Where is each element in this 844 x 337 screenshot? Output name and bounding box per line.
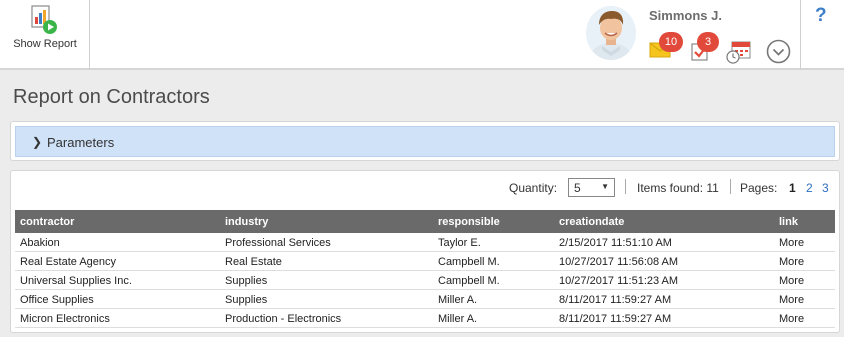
cell-creationdate: 8/11/2017 11:59:27 AM xyxy=(559,294,672,306)
cell-contractor: Abakion xyxy=(20,237,60,249)
task-count-badge: 3 xyxy=(697,32,719,52)
cell-responsible: Campbell M. xyxy=(438,256,500,268)
avatar[interactable] xyxy=(586,6,636,60)
table-row: Micron Electronics Production - Electron… xyxy=(15,309,835,328)
user-name[interactable]: Simmons J. xyxy=(649,8,722,23)
quantity-value: 5 xyxy=(574,181,581,195)
cell-industry: Professional Services xyxy=(225,237,331,249)
show-report-button[interactable]: Show Report xyxy=(0,0,90,70)
cell-contractor: Real Estate Agency xyxy=(20,256,117,268)
page-title: Report on Contractors xyxy=(13,86,210,108)
cell-responsible: Taylor E. xyxy=(438,237,481,249)
user-menu-button[interactable] xyxy=(766,39,791,64)
quantity-label: Quantity: xyxy=(509,181,558,195)
pager-divider xyxy=(625,179,626,194)
dropdown-arrow-icon: ▼ xyxy=(601,182,609,191)
pages-label: Pages: xyxy=(740,181,778,195)
mail-count-badge: 10 xyxy=(659,32,683,52)
column-header-creationdate[interactable]: creationdate xyxy=(559,216,624,228)
cell-industry: Real Estate xyxy=(225,256,282,268)
page-1-link[interactable]: 1 xyxy=(789,181,796,195)
column-header-contractor[interactable]: contractor xyxy=(20,216,74,228)
show-report-label: Show Report xyxy=(13,38,77,50)
chevron-right-icon: ❯ xyxy=(32,135,43,149)
more-link[interactable]: More xyxy=(779,237,804,249)
results-panel: Quantity: 5 ▼ Items found: 11 Pages: 1 2… xyxy=(10,170,840,333)
page-3-link[interactable]: 3 xyxy=(822,181,829,195)
table-row: Abakion Professional Services Taylor E. … xyxy=(15,233,835,252)
column-header-link[interactable]: link xyxy=(779,216,798,228)
calendar-button[interactable] xyxy=(726,40,752,64)
user-avatar-image xyxy=(586,6,636,60)
cell-creationdate: 10/27/2017 11:56:08 AM xyxy=(559,256,679,268)
cell-responsible: Miller A. xyxy=(438,313,478,325)
table-header: contractor industry responsible creation… xyxy=(15,210,835,233)
page-2-link[interactable]: 2 xyxy=(806,181,813,195)
cell-contractor: Universal Supplies Inc. xyxy=(20,275,132,287)
cell-creationdate: 10/27/2017 11:51:23 AM xyxy=(559,275,679,287)
table-row: Office Supplies Supplies Miller A. 8/11/… xyxy=(15,290,835,309)
table-row: Real Estate Agency Real Estate Campbell … xyxy=(15,252,835,271)
parameters-toggle[interactable]: ❯ Parameters xyxy=(15,126,835,157)
cell-responsible: Miller A. xyxy=(438,294,478,306)
more-link[interactable]: More xyxy=(779,275,804,287)
calendar-clock-icon xyxy=(726,41,751,64)
cell-creationdate: 8/11/2017 11:59:27 AM xyxy=(559,313,672,325)
report-play-icon xyxy=(31,5,57,34)
cell-industry: Supplies xyxy=(225,275,268,287)
table-row: Universal Supplies Inc. Supplies Campbel… xyxy=(15,271,835,290)
cell-contractor: Office Supplies xyxy=(20,294,94,306)
help-button[interactable]: ? xyxy=(815,5,827,27)
chevron-circle-icon xyxy=(766,39,791,64)
cell-industry: Supplies xyxy=(225,294,268,306)
column-header-industry[interactable]: industry xyxy=(225,216,268,228)
top-toolbar: Show Report Simmons J. 10 3 ? xyxy=(0,0,844,70)
more-link[interactable]: More xyxy=(779,256,804,268)
parameters-label: Parameters xyxy=(47,135,115,150)
parameters-panel: ❯ Parameters xyxy=(10,121,840,161)
pager-divider xyxy=(730,179,731,194)
cell-contractor: Micron Electronics xyxy=(20,313,110,325)
cell-industry: Production - Electronics xyxy=(225,313,342,325)
column-header-responsible[interactable]: responsible xyxy=(438,216,500,228)
more-link[interactable]: More xyxy=(779,294,804,306)
cell-responsible: Campbell M. xyxy=(438,275,500,287)
contractors-table: contractor industry responsible creation… xyxy=(15,210,835,328)
quantity-select[interactable]: 5 ▼ xyxy=(568,178,615,197)
cell-creationdate: 2/15/2017 11:51:10 AM xyxy=(559,237,672,249)
more-link[interactable]: More xyxy=(779,313,804,325)
items-found: Items found: 11 xyxy=(637,181,719,195)
